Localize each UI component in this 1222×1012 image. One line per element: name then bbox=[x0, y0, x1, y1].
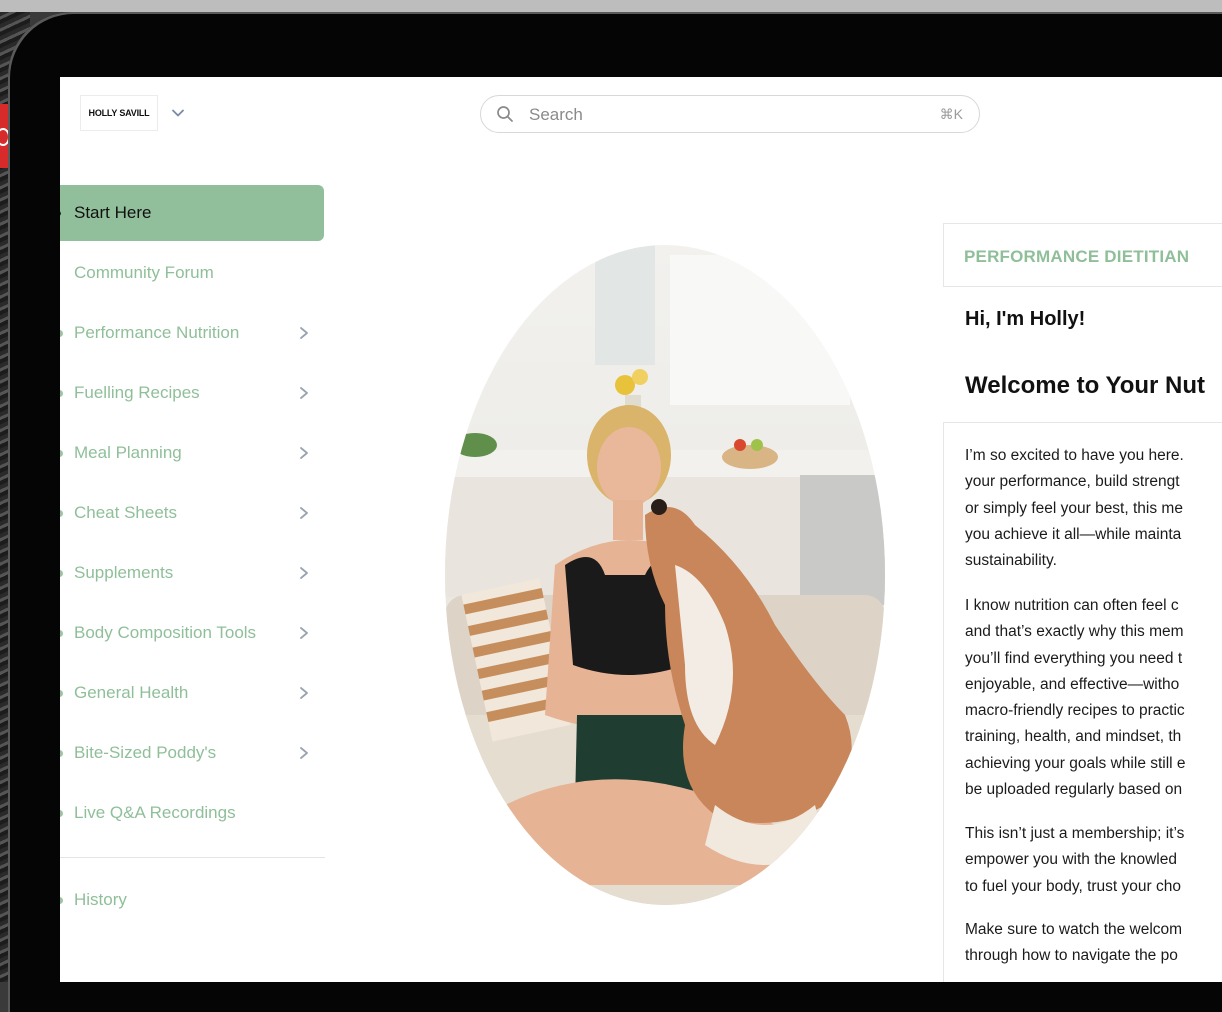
sidebar-item-label: Bite-Sized Poddy's bbox=[74, 743, 217, 762]
bullet-icon bbox=[60, 749, 63, 757]
chevron-right-icon[interactable] bbox=[298, 745, 310, 761]
chevron-right-icon[interactable] bbox=[298, 685, 310, 701]
intro-paragraph: I’m so excited to have you here. your pe… bbox=[965, 443, 1222, 574]
body-paragraph: I know nutrition can often feel c and th… bbox=[965, 593, 1222, 803]
chevron-right-icon[interactable] bbox=[298, 325, 310, 341]
paragraph-line: you achieve it all—while mainta bbox=[965, 525, 1182, 543]
bullet-icon bbox=[60, 389, 63, 397]
role-badge: PERFORMANCE DIETITIAN bbox=[964, 247, 1190, 266]
search-icon bbox=[497, 106, 513, 122]
body-paragraph: Make sure to watch the welcom through ho… bbox=[965, 917, 1222, 970]
bullet-icon bbox=[60, 449, 63, 457]
sidebar-item-label: Start Here bbox=[74, 203, 152, 222]
sidebar-item-label: Community Forum bbox=[74, 263, 214, 282]
paragraph-line: This isn’t just a membership; it’s bbox=[965, 825, 1185, 842]
app-screen: HOLLY SAVILL Start Here Community Forum … bbox=[60, 77, 1222, 982]
paragraph-line: I’m so excited to have you here. bbox=[965, 447, 1184, 464]
sidebar-item-history[interactable]: History bbox=[60, 872, 324, 928]
sidebar-item-supplements[interactable]: Supplements bbox=[60, 545, 324, 601]
paragraph-line: macro-friendly recipes to practic bbox=[965, 702, 1185, 720]
bullet-icon bbox=[60, 629, 63, 637]
chevron-right-icon[interactable] bbox=[298, 505, 310, 521]
sidebar-item-label: Performance Nutrition bbox=[74, 323, 240, 342]
sidebar-item-fuelling-recipes[interactable]: Fuelling Recipes bbox=[60, 365, 324, 421]
bullet-icon bbox=[60, 329, 63, 337]
sidebar-item-general-health[interactable]: General Health bbox=[60, 665, 324, 721]
bullet-icon bbox=[60, 689, 63, 697]
bullet-icon bbox=[60, 569, 63, 577]
paragraph-line: or simply feel your best, this me bbox=[965, 499, 1183, 517]
badge-card: PERFORMANCE DIETITIAN bbox=[943, 223, 1222, 287]
paragraph-line: sustainability. bbox=[965, 552, 1057, 570]
body-paragraph: This isn’t just a membership; it’s empow… bbox=[965, 821, 1222, 900]
greeting-text: Hi, I'm Holly! bbox=[965, 308, 1086, 330]
top-bezel-strip bbox=[0, 0, 1222, 12]
paragraph-line: and that’s exactly why this mem bbox=[965, 623, 1184, 641]
sidebar-item-bite-sized-poddys[interactable]: Bite-Sized Poddy's bbox=[60, 725, 324, 781]
sidebar-item-body-composition-tools[interactable]: Body Composition Tools bbox=[60, 605, 324, 661]
chevron-right-icon[interactable] bbox=[298, 385, 310, 401]
brand-logo[interactable]: HOLLY SAVILL bbox=[80, 95, 158, 131]
paragraph-line: empower you with the knowled bbox=[965, 851, 1177, 869]
paragraph-line: enjoyable, and effective—witho bbox=[965, 675, 1180, 693]
page-title: Welcome to Your Nut bbox=[965, 372, 1206, 399]
paragraph-line: to fuel your body, trust your cho bbox=[965, 877, 1181, 895]
sidebar-item-meal-planning[interactable]: Meal Planning bbox=[60, 425, 324, 481]
bullet-icon bbox=[60, 896, 63, 904]
search-bar[interactable]: ⌘K bbox=[480, 95, 980, 133]
sidebar-item-label: General Health bbox=[74, 683, 189, 702]
sidebar-item-label: Live Q&A Recordings bbox=[74, 803, 236, 822]
sidebar-divider bbox=[60, 857, 325, 858]
paragraph-line: training, health, and mindset, th bbox=[965, 728, 1182, 746]
sidebar-item-live-qa-recordings[interactable]: Live Q&A Recordings bbox=[60, 785, 324, 841]
chevron-right-icon[interactable] bbox=[298, 625, 310, 641]
bullet-icon bbox=[60, 809, 63, 817]
search-input[interactable] bbox=[527, 102, 911, 128]
profile-photo bbox=[445, 245, 885, 905]
paragraph-line: Make sure to watch the welcom bbox=[965, 921, 1183, 938]
bullet-icon bbox=[60, 210, 61, 216]
paragraph-line: through how to navigate the po bbox=[965, 947, 1178, 965]
sidebar-item-start-here[interactable]: Start Here bbox=[60, 185, 324, 241]
sidebar-item-label: Body Composition Tools bbox=[74, 623, 257, 642]
photo-illustration bbox=[445, 245, 885, 905]
chevron-down-icon[interactable] bbox=[170, 105, 186, 121]
sidebar-item-label: Cheat Sheets bbox=[74, 503, 178, 522]
paragraph-line: I know nutrition can often feel c bbox=[965, 597, 1179, 614]
shortcut-hint: ⌘K bbox=[939, 106, 963, 122]
sidebar-item-community-forum[interactable]: Community Forum bbox=[60, 245, 324, 301]
bullet-icon bbox=[60, 509, 63, 517]
paragraph-line: your performance, build strengt bbox=[965, 473, 1180, 491]
sidebar-item-label: Fuelling Recipes bbox=[74, 383, 200, 402]
sidebar: HOLLY SAVILL Start Here Community Forum … bbox=[60, 77, 326, 982]
sidebar-item-label: Supplements bbox=[74, 563, 174, 582]
logo-text: HOLLY SAVILL bbox=[88, 108, 150, 118]
paragraph-line: you’ll find everything you need t bbox=[965, 649, 1183, 667]
sidebar-item-cheat-sheets[interactable]: Cheat Sheets bbox=[60, 485, 324, 541]
chevron-right-icon[interactable] bbox=[298, 445, 310, 461]
sidebar-item-label: History bbox=[74, 890, 127, 909]
paragraph-line: achieving your goals while still e bbox=[965, 754, 1186, 772]
chevron-right-icon[interactable] bbox=[298, 565, 310, 581]
sidebar-item-label: Meal Planning bbox=[74, 443, 182, 462]
paragraph-line: be uploaded regularly based on bbox=[965, 781, 1183, 799]
sidebar-item-performance-nutrition[interactable]: Performance Nutrition bbox=[60, 305, 324, 361]
